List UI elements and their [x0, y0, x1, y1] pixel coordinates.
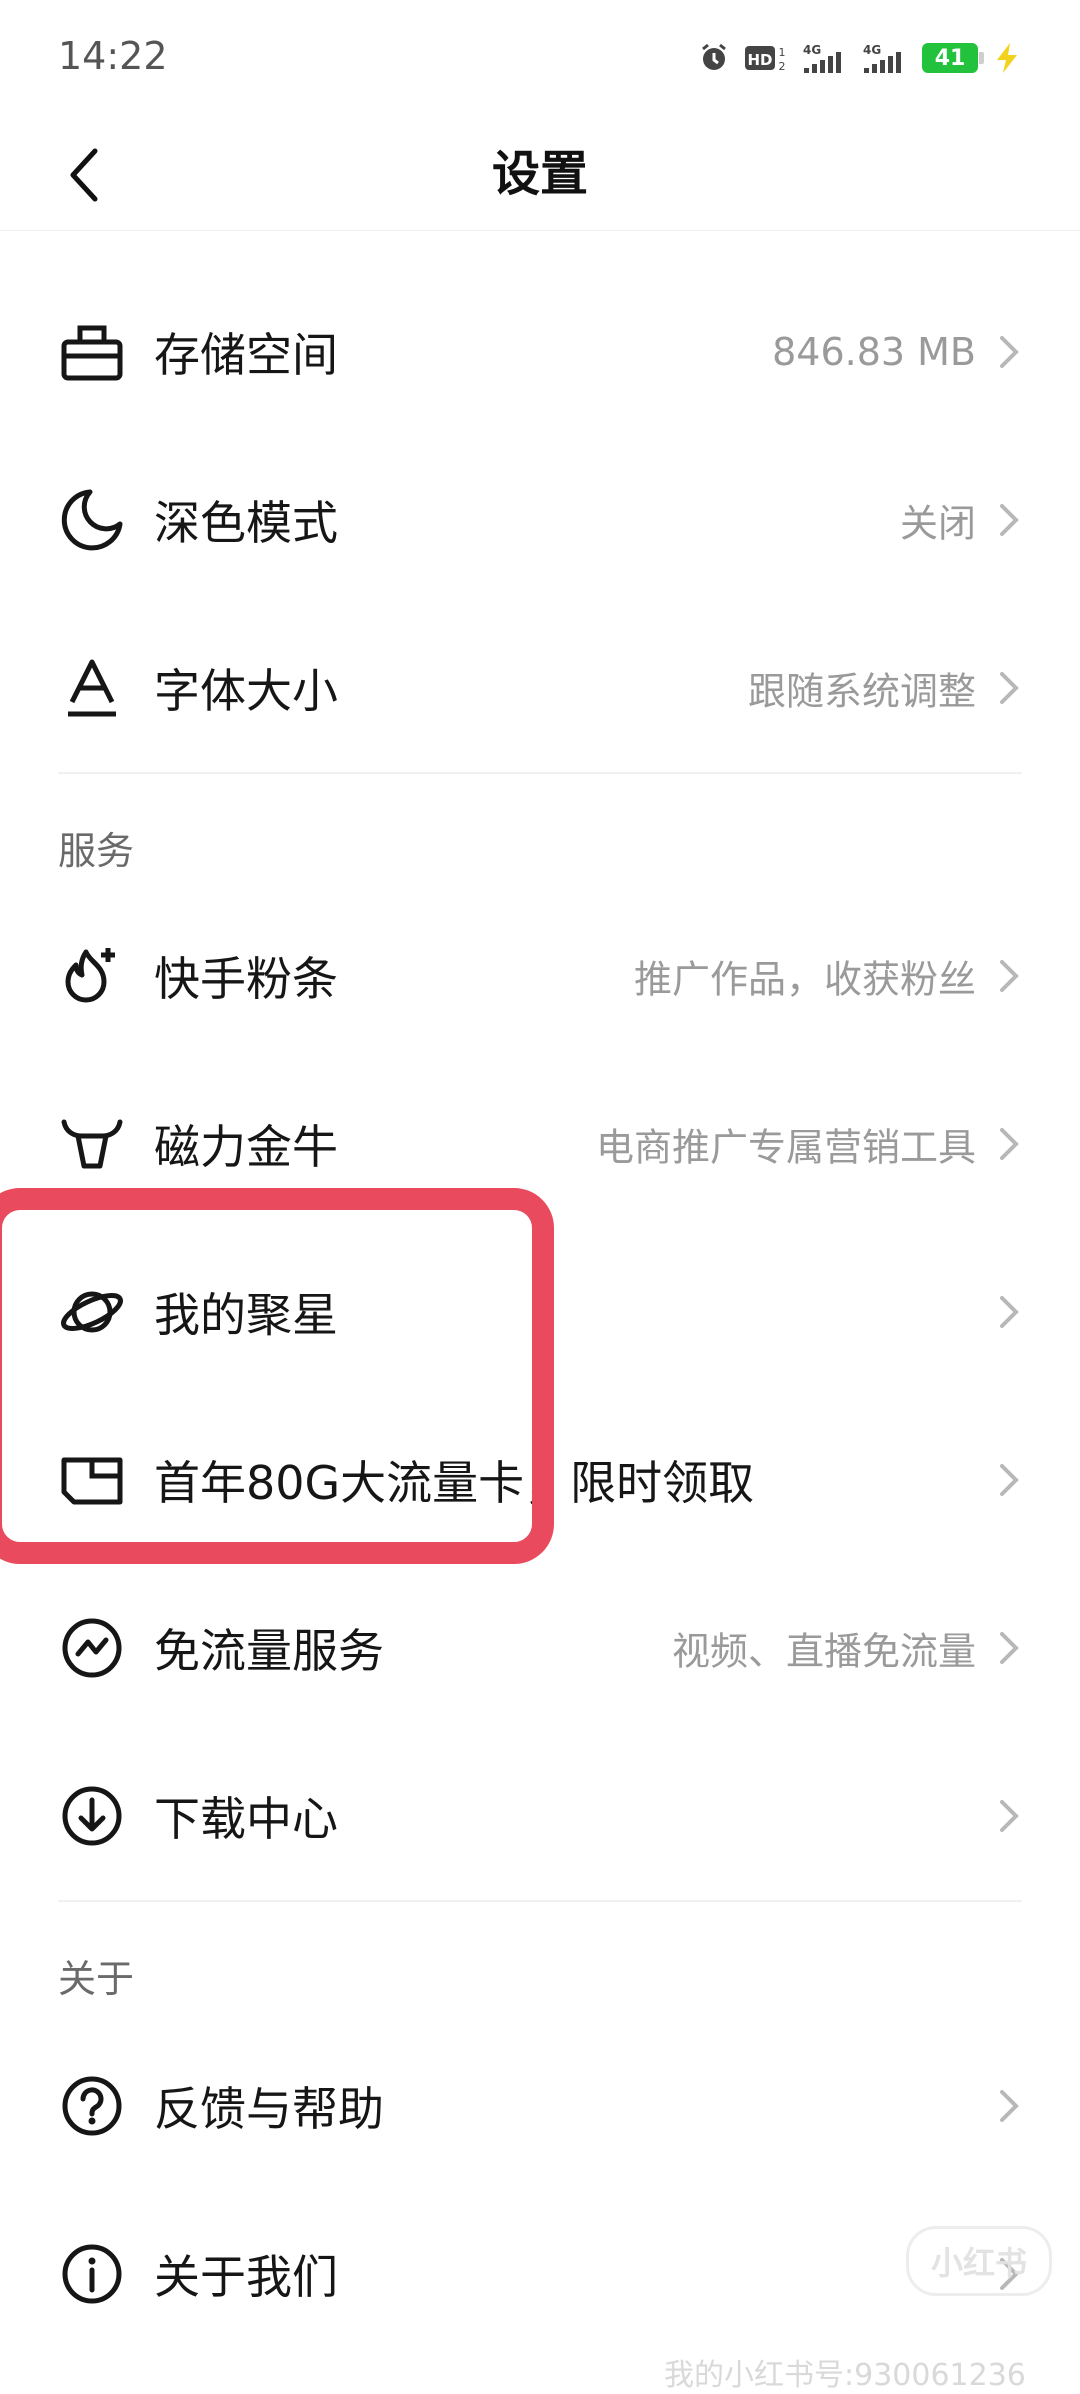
- storage-box-icon: [56, 316, 128, 388]
- section-divider: [58, 1900, 1022, 1902]
- svg-text:1: 1: [779, 46, 786, 59]
- row-label: 首年80G大流量卡，限时领取: [154, 1456, 755, 1510]
- row-label: 我的聚星: [154, 1288, 338, 1342]
- chevron-right-icon: [1000, 672, 1019, 704]
- svg-text:4G: 4G: [863, 43, 881, 57]
- settings-row-feedback-help[interactable]: 反馈与帮助: [0, 2022, 1080, 2190]
- battery-level: 41: [934, 45, 966, 71]
- settings-row-data-card[interactable]: 首年80G大流量卡，限时领取: [0, 1396, 1080, 1564]
- row-label: 磁力金牛: [154, 1120, 338, 1174]
- chevron-right-icon: [1000, 1632, 1019, 1664]
- settings-row-font-size[interactable]: 字体大小 跟随系统调整: [0, 604, 1080, 772]
- watermark-text: 我的小红书号:930061236: [664, 2358, 1026, 2393]
- sim-card-icon: [56, 1444, 128, 1516]
- info-circle-icon: [56, 2238, 128, 2310]
- status-icons: HD 1 2 4G 4G 41: [698, 38, 1022, 78]
- row-value: 电商推广专属营销工具: [595, 1125, 976, 1170]
- chevron-right-icon: [1000, 336, 1019, 368]
- settings-row-dark-mode[interactable]: 深色模式 关闭: [0, 436, 1080, 604]
- row-value: 关闭: [899, 501, 976, 546]
- section-title-services: 服务: [58, 829, 135, 873]
- row-value: 846.83 MB: [772, 330, 976, 374]
- status-time: 14:22: [58, 34, 168, 78]
- moon-icon: [56, 484, 128, 556]
- question-circle-icon: [56, 2070, 128, 2142]
- settings-row-storage[interactable]: 存储空间 846.83 MB: [0, 268, 1080, 436]
- chevron-right-icon: [1000, 1128, 1019, 1160]
- chevron-right-icon: [1000, 960, 1019, 992]
- settings-row-download-center[interactable]: 下载中心: [0, 1732, 1080, 1900]
- settings-row-magnetic-bull[interactable]: 磁力金牛 电商推广专属营销工具: [0, 1060, 1080, 1228]
- chevron-right-icon: [1000, 1296, 1019, 1328]
- planet-icon: [56, 1276, 128, 1348]
- row-value: 推广作品，收获粉丝: [633, 957, 976, 1002]
- free-data-icon: [56, 1612, 128, 1684]
- chevron-right-icon: [1000, 504, 1019, 536]
- svg-text:2: 2: [779, 60, 786, 73]
- settings-row-fans-promotion[interactable]: 快手粉条 推广作品，收获粉丝: [0, 892, 1080, 1060]
- row-label: 快手粉条: [154, 952, 338, 1006]
- status-bar: 14:22 HD 1 2 4G 4G 41: [0, 0, 1080, 110]
- bull-icon: [56, 1108, 128, 1180]
- signal-4g-icon: 4G: [862, 42, 908, 74]
- row-label: 深色模式: [154, 496, 338, 550]
- font-size-icon: [56, 652, 128, 724]
- chevron-right-icon: [1000, 1800, 1019, 1832]
- signal-4g-icon: 4G: [802, 42, 848, 74]
- row-label: 关于我们: [154, 2250, 338, 2304]
- watermark-logo: 小红书: [906, 2226, 1052, 2296]
- chevron-right-icon: [1000, 1464, 1019, 1496]
- hd-icon: HD 1 2: [744, 42, 788, 74]
- download-icon: [56, 1780, 128, 1852]
- header: 设置: [0, 110, 1080, 231]
- chevron-right-icon: [1000, 2090, 1019, 2122]
- svg-text:4G: 4G: [803, 43, 821, 57]
- battery-icon: 41: [922, 43, 984, 73]
- row-label: 免流量服务: [154, 1624, 384, 1678]
- page-title: 设置: [491, 146, 588, 202]
- row-value: 跟随系统调整: [747, 669, 976, 714]
- row-label: 存储空间: [154, 328, 338, 382]
- row-label: 字体大小: [154, 664, 338, 718]
- fire-plus-icon: [56, 940, 128, 1012]
- alarm-icon: [698, 42, 730, 74]
- settings-row-my-juxing[interactable]: 我的聚星: [0, 1228, 1080, 1396]
- row-label: 反馈与帮助: [154, 2082, 384, 2136]
- charging-icon: [992, 42, 1022, 74]
- section-divider: [58, 772, 1022, 774]
- row-value: 视频、直播免流量: [671, 1629, 976, 1674]
- settings-row-free-data[interactable]: 免流量服务 视频、直播免流量: [0, 1564, 1080, 1732]
- svg-text:HD: HD: [747, 51, 772, 69]
- row-label: 下载中心: [154, 1792, 338, 1846]
- section-title-about: 关于: [58, 1957, 135, 2001]
